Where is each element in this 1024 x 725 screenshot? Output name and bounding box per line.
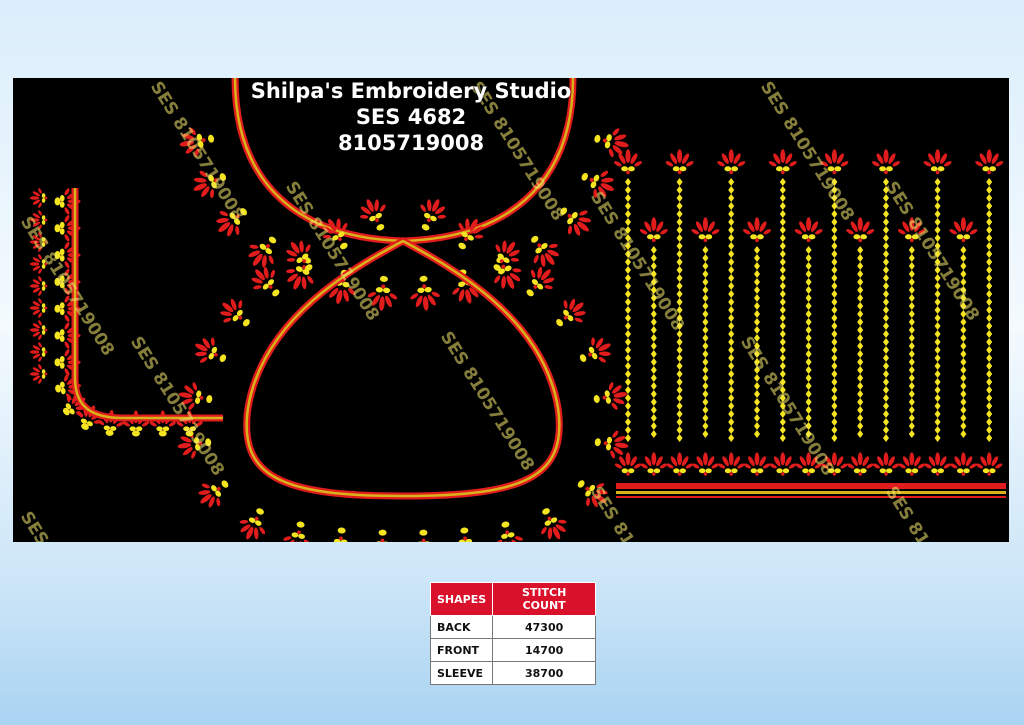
floral-motif <box>122 410 150 434</box>
floral-motif <box>195 337 218 363</box>
floral-motif <box>420 199 446 223</box>
table-header-row: SHAPES STITCH COUNT <box>429 582 597 616</box>
floral-motif <box>239 516 266 540</box>
studio-phone: 8105719008 <box>337 131 485 155</box>
floral-motif <box>614 452 642 476</box>
studio-title-block: Shilpa's Embroidery Studio SES 4682 8105… <box>221 78 601 156</box>
floral-motif <box>29 364 48 384</box>
header-shapes: SHAPES <box>429 582 494 616</box>
floral-motif <box>410 284 440 311</box>
floral-motif <box>975 149 1004 175</box>
floral-motif <box>29 188 48 208</box>
floral-motif <box>692 452 719 476</box>
floral-motif <box>717 149 746 175</box>
floral-motif <box>614 149 642 175</box>
table-row: FRONT 14700 <box>429 638 597 662</box>
floral-motif <box>950 452 977 476</box>
floral-motif <box>639 217 668 243</box>
floral-motif <box>283 530 311 542</box>
design-code: SES 4682 <box>355 105 467 129</box>
row-shape: BACK <box>429 615 494 639</box>
floral-motif <box>846 217 875 243</box>
floral-motif <box>29 276 48 296</box>
floral-motif <box>743 217 771 243</box>
floral-motif <box>666 452 693 476</box>
studio-name: Shilpa's Embroidery Studio <box>250 79 572 103</box>
floral-motif <box>640 452 667 476</box>
floral-motif <box>541 516 567 540</box>
embroidery-design-panel: Shilpa's Embroidery Studio SES 4682 8105… <box>13 78 1009 542</box>
floral-motif <box>718 452 745 476</box>
floral-motif <box>847 452 874 476</box>
floral-motif <box>769 452 796 476</box>
floral-motif <box>976 452 1003 476</box>
row-shape: SLEEVE <box>429 661 494 685</box>
floral-motif <box>494 264 522 289</box>
floral-motif <box>924 452 951 476</box>
floral-motif <box>416 538 431 542</box>
floral-motif <box>743 452 771 476</box>
floral-motif <box>588 337 611 363</box>
floral-motif <box>359 199 386 223</box>
floral-motif <box>898 452 925 476</box>
header-stitch-count: STITCH COUNT <box>492 582 597 616</box>
floral-motif <box>872 452 900 476</box>
stitch-count-table: SHAPES STITCH COUNT BACK 47300 FRONT 147… <box>429 582 597 685</box>
floral-motif <box>286 265 314 290</box>
floral-motif <box>29 298 48 318</box>
floral-motif <box>665 149 694 175</box>
floral-motif <box>794 217 823 243</box>
floral-motif <box>602 382 628 410</box>
floral-motif <box>29 320 48 340</box>
row-count: 38700 <box>492 661 597 685</box>
floral-motif <box>375 538 390 542</box>
row-count: 14700 <box>492 638 597 662</box>
floral-motif <box>691 217 720 243</box>
floral-motif <box>333 536 348 542</box>
floral-motif <box>495 530 523 542</box>
floral-motif <box>872 149 900 175</box>
floral-motif <box>949 217 978 243</box>
row-shape: FRONT <box>429 638 494 662</box>
table-row: BACK 47300 <box>429 615 597 639</box>
floral-motif <box>458 218 484 241</box>
floral-motif <box>29 342 48 362</box>
floral-motif <box>768 149 797 175</box>
table-row: SLEEVE 38700 <box>429 661 597 685</box>
floral-motif <box>458 536 473 542</box>
row-count: 47300 <box>492 615 597 639</box>
floral-motif <box>923 149 952 175</box>
